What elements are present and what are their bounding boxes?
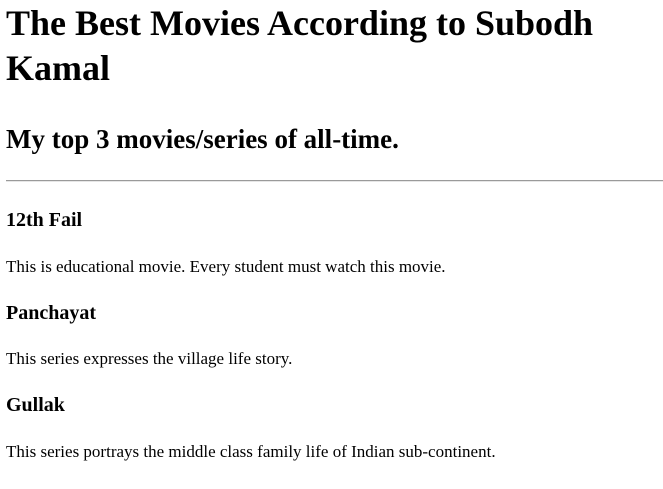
movie-item: Panchayat This series expresses the vill… [6, 301, 657, 369]
movie-description: This is educational movie. Every student… [6, 257, 446, 276]
movie-title: Panchayat [6, 302, 96, 324]
page-subtitle: My top 3 movies/series of all-time. [6, 124, 399, 154]
movie-description: This series expresses the village life s… [6, 349, 293, 368]
page-title: The Best Movies According to Subodh Kama… [6, 3, 594, 88]
movie-item: Gullak This series portrays the middle c… [6, 393, 657, 462]
movie-title: 12th Fail [6, 209, 83, 231]
movie-item: 12th Fail This is educational movie. Eve… [6, 208, 657, 277]
movie-title: Gullak [6, 394, 65, 416]
movie-description: This series portrays the middle class fa… [6, 442, 496, 461]
divider [6, 180, 663, 182]
